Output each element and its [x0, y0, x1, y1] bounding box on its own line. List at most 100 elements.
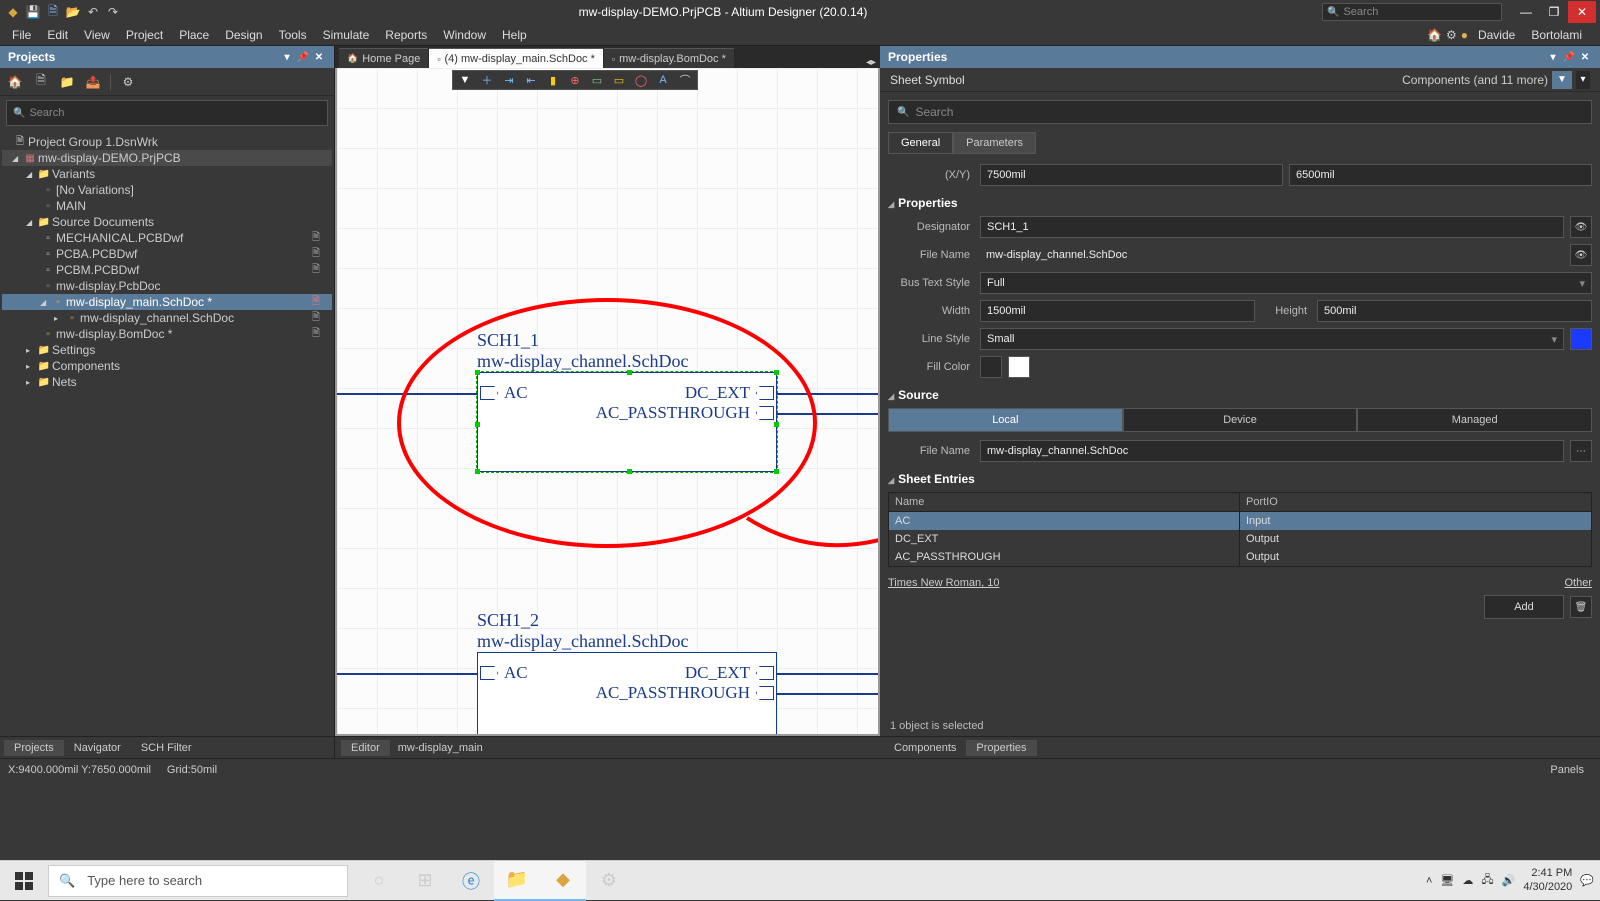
tray-vol-icon[interactable]: 🔊 — [1502, 874, 1516, 887]
panel-pin-icon[interactable]: 📌 — [296, 52, 310, 63]
sheet-symbol-1[interactable]: SCH1_1 mw-display_channel.SchDoc AC DC_E… — [477, 330, 777, 472]
props-close-icon[interactable]: ✕ — [1578, 52, 1592, 63]
taskview-icon[interactable]: ⊞ — [402, 861, 448, 901]
ft-filter-icon[interactable]: ▼ — [457, 72, 473, 88]
filename-visible-icon[interactable]: 👁 — [1570, 244, 1592, 266]
designator-visible-icon[interactable]: 👁 — [1570, 216, 1592, 238]
tray-display-icon[interactable]: 🖥 — [1440, 874, 1454, 887]
src-browse-icon[interactable]: ⋯ — [1570, 440, 1592, 462]
designator-input[interactable]: SCH1_1 — [980, 216, 1564, 238]
props-pin-icon[interactable]: 📌 — [1562, 52, 1576, 63]
tree-src-5[interactable]: ▸▫mw-display_channel.SchDoc🗎 — [2, 310, 332, 326]
ft-add-icon[interactable]: ＋ — [479, 72, 495, 88]
tray-cloud-icon[interactable]: ☁ — [1462, 874, 1473, 887]
cortana-icon[interactable]: ○ — [356, 861, 402, 901]
tray-net-icon[interactable]: 🖧 — [1481, 871, 1493, 890]
tab-parameters[interactable]: Parameters — [953, 132, 1036, 154]
user-icon[interactable]: ● — [1461, 28, 1468, 42]
entry-row-1[interactable]: DC_EXTOutput — [889, 530, 1591, 548]
tab-nav-icon[interactable]: ◂▸ — [862, 57, 880, 68]
entry-row-2[interactable]: AC_PASSTHROUGHOutput — [889, 548, 1591, 566]
props-dropdown-icon[interactable]: ▾ — [1546, 52, 1560, 63]
tab-home[interactable]: 🏠Home Page — [339, 48, 428, 68]
tree-settings[interactable]: ▸📁Settings — [2, 342, 332, 358]
menu-tools[interactable]: Tools — [271, 26, 315, 44]
redo-icon[interactable]: ↷ — [104, 3, 122, 21]
tree-project[interactable]: ◢▦mw-display-DEMO.PrjPCB — [2, 150, 332, 166]
menu-reports[interactable]: Reports — [377, 26, 435, 44]
altium-task-icon[interactable]: ◆ — [540, 861, 586, 901]
ft-align2-icon[interactable]: ⇤ — [523, 72, 539, 88]
menu-file[interactable]: File — [4, 26, 39, 44]
tree-src-4[interactable]: ◢▫mw-display_main.SchDoc *🗎 — [2, 294, 332, 310]
maximize-button[interactable]: ❐ — [1540, 1, 1568, 23]
explorer-icon[interactable]: 📁 — [494, 861, 540, 901]
menu-view[interactable]: View — [76, 26, 118, 44]
start-button[interactable] — [0, 861, 48, 901]
settings-gear-icon[interactable]: ⚙ — [1446, 28, 1457, 42]
menu-help[interactable]: Help — [494, 26, 535, 44]
tab-bom[interactable]: ▫mw-display.BomDoc * — [604, 48, 734, 68]
tree-main[interactable]: ▫MAIN — [2, 198, 332, 214]
sec-entries[interactable]: Sheet Entries — [888, 472, 1592, 486]
folder-tbicon[interactable]: 📁 — [58, 73, 76, 91]
filter-button[interactable]: ▼ — [1552, 71, 1572, 89]
properties-search[interactable]: Search — [888, 100, 1592, 124]
tray-up-icon[interactable]: ˄ — [1426, 875, 1432, 887]
linecolor-swatch[interactable] — [1570, 328, 1592, 350]
panel-close-icon[interactable]: ✕ — [312, 52, 326, 63]
filter-more-icon[interactable]: ▾ — [1576, 71, 1590, 89]
save-icon[interactable]: 💾 — [24, 3, 42, 21]
ft-box1-icon[interactable]: ▭ — [589, 72, 605, 88]
src-filename-input[interactable]: mw-display_channel.SchDoc — [980, 440, 1564, 462]
ft-circle-icon[interactable]: ◯ — [633, 72, 649, 88]
menu-simulate[interactable]: Simulate — [315, 26, 378, 44]
tree-src-0[interactable]: ▫MECHANICAL.PCBDwf🗎 — [2, 230, 332, 246]
close-button[interactable]: ✕ — [1568, 1, 1596, 23]
ft-arc-icon[interactable]: ⌒ — [677, 72, 693, 88]
ptab-projects[interactable]: Projects — [4, 740, 64, 756]
y-input[interactable]: 6500mil — [1289, 164, 1592, 186]
ft-box2-icon[interactable]: ▭ — [611, 72, 627, 88]
height-input[interactable]: 500mil — [1317, 300, 1592, 322]
tree-variants[interactable]: ◢📁Variants — [2, 166, 332, 182]
projects-search[interactable]: Search — [6, 100, 328, 126]
entry-row-0[interactable]: ACInput — [889, 512, 1591, 530]
ptab-navigator[interactable]: Navigator — [64, 740, 131, 756]
src-managed[interactable]: Managed — [1357, 408, 1592, 432]
home-icon[interactable]: 🏠 — [1427, 28, 1442, 42]
undo-icon[interactable]: ↶ — [84, 3, 102, 21]
panel-dropdown-icon[interactable]: ▾ — [280, 52, 294, 63]
tree-src-6[interactable]: ▫mw-display.BomDoc *🗎 — [2, 326, 332, 342]
ss1-box[interactable]: AC DC_EXT AC_PASSTHROUGH — [477, 372, 777, 472]
ss2-box[interactable]: AC DC_EXT AC_PASSTHROUGH — [477, 652, 777, 736]
gear-tbicon[interactable]: ⚙ — [119, 73, 137, 91]
save-all-icon[interactable]: 🗎 — [44, 3, 62, 21]
tab-main-sch[interactable]: ▫(4) mw-display_main.SchDoc * — [429, 48, 603, 68]
ft-bar-icon[interactable]: ▮ — [545, 72, 561, 88]
src-device[interactable]: Device — [1123, 408, 1358, 432]
tree-nets[interactable]: ▸📁Nets — [2, 374, 332, 390]
bustext-select[interactable]: Full — [980, 272, 1592, 294]
ft-text-icon[interactable]: A — [655, 72, 671, 88]
other-link[interactable]: Other — [1564, 577, 1592, 589]
minimize-button[interactable]: — — [1512, 1, 1540, 23]
sheet-symbol-2[interactable]: SCH1_2 mw-display_channel.SchDoc AC DC_E… — [477, 610, 777, 736]
tree-src-1[interactable]: ▫PCBA.PCBDwf🗎 — [2, 246, 332, 262]
tray-clock[interactable]: 2:41 PM 4/30/2020 — [1523, 867, 1572, 893]
btab-components[interactable]: Components — [884, 740, 966, 756]
btab-properties[interactable]: Properties — [966, 740, 1036, 756]
schematic-canvas[interactable]: ▼ ＋ ⇥ ⇤ ▮ ⊕ ▭ ▭ ◯ A ⌒ SCH1_1 mw-display_… — [335, 68, 880, 736]
tree-src-2[interactable]: ▫PCBM.PCBDwf🗎 — [2, 262, 332, 278]
menu-project[interactable]: Project — [118, 26, 171, 44]
open-icon[interactable]: 📂 — [64, 3, 82, 21]
fillcolor-swatch[interactable] — [1008, 356, 1030, 378]
src-local[interactable]: Local — [888, 408, 1123, 432]
ptab-schfilter[interactable]: SCH Filter — [131, 740, 202, 756]
edge-icon[interactable]: ⓔ — [448, 861, 494, 901]
tree-novar[interactable]: ▫[No Variations] — [2, 182, 332, 198]
taskbar-search[interactable]: Type here to search — [48, 865, 348, 897]
menu-design[interactable]: Design — [217, 26, 270, 44]
menu-edit[interactable]: Edit — [39, 26, 76, 44]
font-link[interactable]: Times New Roman, 10 — [888, 577, 999, 589]
